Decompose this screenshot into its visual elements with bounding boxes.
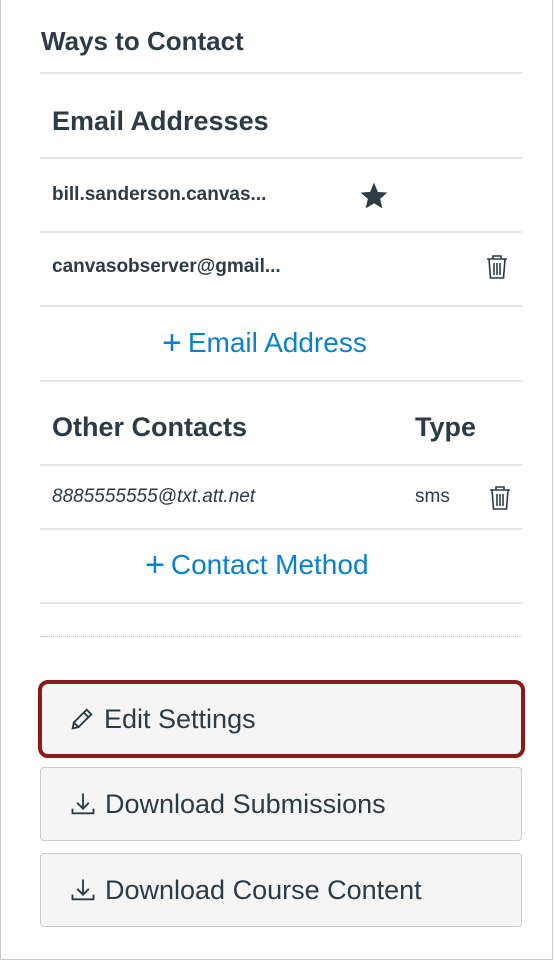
trash-icon[interactable] xyxy=(488,484,512,512)
download-submissions-button[interactable]: Download Submissions xyxy=(40,767,522,841)
contact-method-type: sms xyxy=(415,486,450,507)
add-email-address-link[interactable]: + Email Address xyxy=(162,326,367,360)
download-course-content-label: Download Course Content xyxy=(105,874,422,905)
divider xyxy=(40,464,522,466)
email-address-secondary[interactable]: canvasobserver@gmail... xyxy=(52,256,281,278)
download-course-content-button[interactable]: Download Course Content xyxy=(40,853,522,927)
panel-title: Ways to Contact xyxy=(41,26,244,56)
add-email-label: Email Address xyxy=(187,327,367,358)
type-column-heading: Type xyxy=(415,412,477,442)
edit-settings-button[interactable]: Edit Settings xyxy=(38,680,525,758)
other-contacts-heading: Other Contacts xyxy=(52,412,248,442)
download-submissions-label: Download Submissions xyxy=(105,788,386,819)
pencil-icon xyxy=(71,708,93,730)
download-icon xyxy=(71,793,95,815)
divider xyxy=(40,380,522,382)
edit-settings-label: Edit Settings xyxy=(104,703,256,734)
add-contact-label: Contact Method xyxy=(170,549,369,580)
divider xyxy=(40,231,522,233)
email-section-heading: Email Addresses xyxy=(52,106,269,136)
divider xyxy=(40,602,522,604)
download-icon xyxy=(71,879,95,901)
plus-icon: + xyxy=(145,546,165,584)
dotted-divider xyxy=(40,636,522,637)
contact-method-value[interactable]: 8885555555@txt.att.net xyxy=(52,486,255,508)
divider xyxy=(40,305,522,307)
divider xyxy=(40,157,522,159)
add-contact-method-link[interactable]: + Contact Method xyxy=(145,548,369,582)
star-icon[interactable] xyxy=(358,180,390,212)
divider xyxy=(40,528,522,530)
divider xyxy=(40,72,522,74)
email-address-primary[interactable]: bill.sanderson.canvas... xyxy=(52,184,266,206)
trash-icon[interactable] xyxy=(485,253,509,281)
plus-icon: + xyxy=(162,324,182,362)
